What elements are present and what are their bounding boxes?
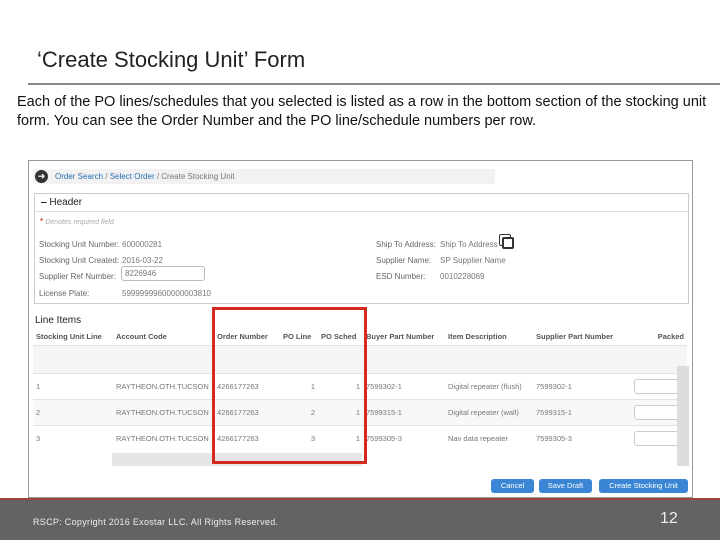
- slide-description: Each of the PO lines/schedules that you …: [17, 94, 707, 129]
- title-divider: [28, 83, 720, 85]
- cell: RAYTHEON.OTH.TUCSON: [113, 372, 214, 399]
- arrow-right-icon[interactable]: ➜: [35, 170, 48, 183]
- cell: 7599305-3: [363, 424, 445, 451]
- label: License Plate:: [39, 289, 90, 298]
- col-header[interactable]: Stocking Unit Line: [33, 329, 113, 345]
- cell: 7599315-1: [533, 398, 631, 425]
- label: Supplier Name:: [376, 256, 432, 265]
- label: Supplier Ref Number:: [39, 272, 116, 281]
- cell: 7599302-1: [533, 372, 631, 399]
- esd-number: 0010228069: [440, 272, 485, 281]
- col-header[interactable]: Packed: [631, 329, 687, 345]
- cell: 7599305-3: [533, 424, 631, 451]
- label: ESD Number:: [376, 272, 426, 281]
- created-date: 2016-03-22: [122, 256, 163, 265]
- label: Stocking Unit Number:: [39, 240, 120, 249]
- required-note: Denotes required field: [45, 219, 114, 226]
- col-header[interactable]: Item Description: [445, 329, 533, 345]
- header-panel: ‒ Header * Denotes required field Stocki…: [34, 193, 689, 304]
- supplier-name: SP Supplier Name: [440, 256, 506, 265]
- license-plate: 59999999600000003810: [122, 289, 211, 298]
- cell: 3: [33, 424, 113, 451]
- save-draft-button[interactable]: Save Draft: [539, 479, 592, 493]
- cancel-button[interactable]: Cancel: [491, 479, 534, 493]
- required-asterisk: *: [40, 217, 44, 226]
- breadcrumb-select-order[interactable]: Select Order: [110, 172, 155, 181]
- label: Ship To Address:: [376, 240, 436, 249]
- create-stocking-unit-button[interactable]: Create Stocking Unit: [599, 479, 688, 493]
- header-title: Header: [49, 197, 83, 208]
- collapse-icon: ‒: [41, 197, 47, 208]
- highlight-box: [212, 307, 367, 464]
- page-number: 12: [660, 510, 678, 527]
- ship-to-address: Ship To Address: [440, 240, 498, 249]
- col-header[interactable]: Supplier Part Number: [533, 329, 631, 345]
- cell: RAYTHEON.OTH.TUCSON: [113, 398, 214, 425]
- line-items-title: Line Items: [35, 315, 82, 326]
- breadcrumb: ➜ Order Search / Select Order / Create S…: [33, 169, 495, 184]
- breadcrumb-current: Create Stocking Unit: [161, 172, 235, 181]
- cell: Digital repeater (flush): [445, 372, 533, 399]
- breadcrumb-sep: /: [103, 172, 110, 181]
- cell: Digital repeater (wall): [445, 398, 533, 425]
- col-header[interactable]: Buyer Part Number: [363, 329, 445, 345]
- slide-title: ‘Create Stocking Unit’ Form: [37, 47, 306, 72]
- cell: 7599315-1: [363, 398, 445, 425]
- cell: Nav data repeater: [445, 424, 533, 451]
- breadcrumb-order-search[interactable]: Order Search: [55, 172, 103, 181]
- supplier-ref-input[interactable]: 8226946: [121, 266, 205, 281]
- copyright: RSCP: Copyright 2016 Exostar LLC. All Ri…: [33, 517, 279, 527]
- col-header[interactable]: Account Code: [113, 329, 214, 345]
- copy-icon[interactable]: [502, 237, 514, 249]
- cell: 1: [33, 372, 113, 399]
- header-toggle[interactable]: ‒ Header: [35, 194, 688, 212]
- vertical-scrollbar[interactable]: [677, 366, 689, 466]
- cell: RAYTHEON.OTH.TUCSON: [113, 424, 214, 451]
- cell: 2: [33, 398, 113, 425]
- cell: 7599302-1: [363, 372, 445, 399]
- label: Stocking Unit Created:: [39, 256, 120, 265]
- footer: RSCP: Copyright 2016 Exostar LLC. All Ri…: [0, 500, 720, 540]
- stocking-unit-number: 600000281: [122, 240, 163, 249]
